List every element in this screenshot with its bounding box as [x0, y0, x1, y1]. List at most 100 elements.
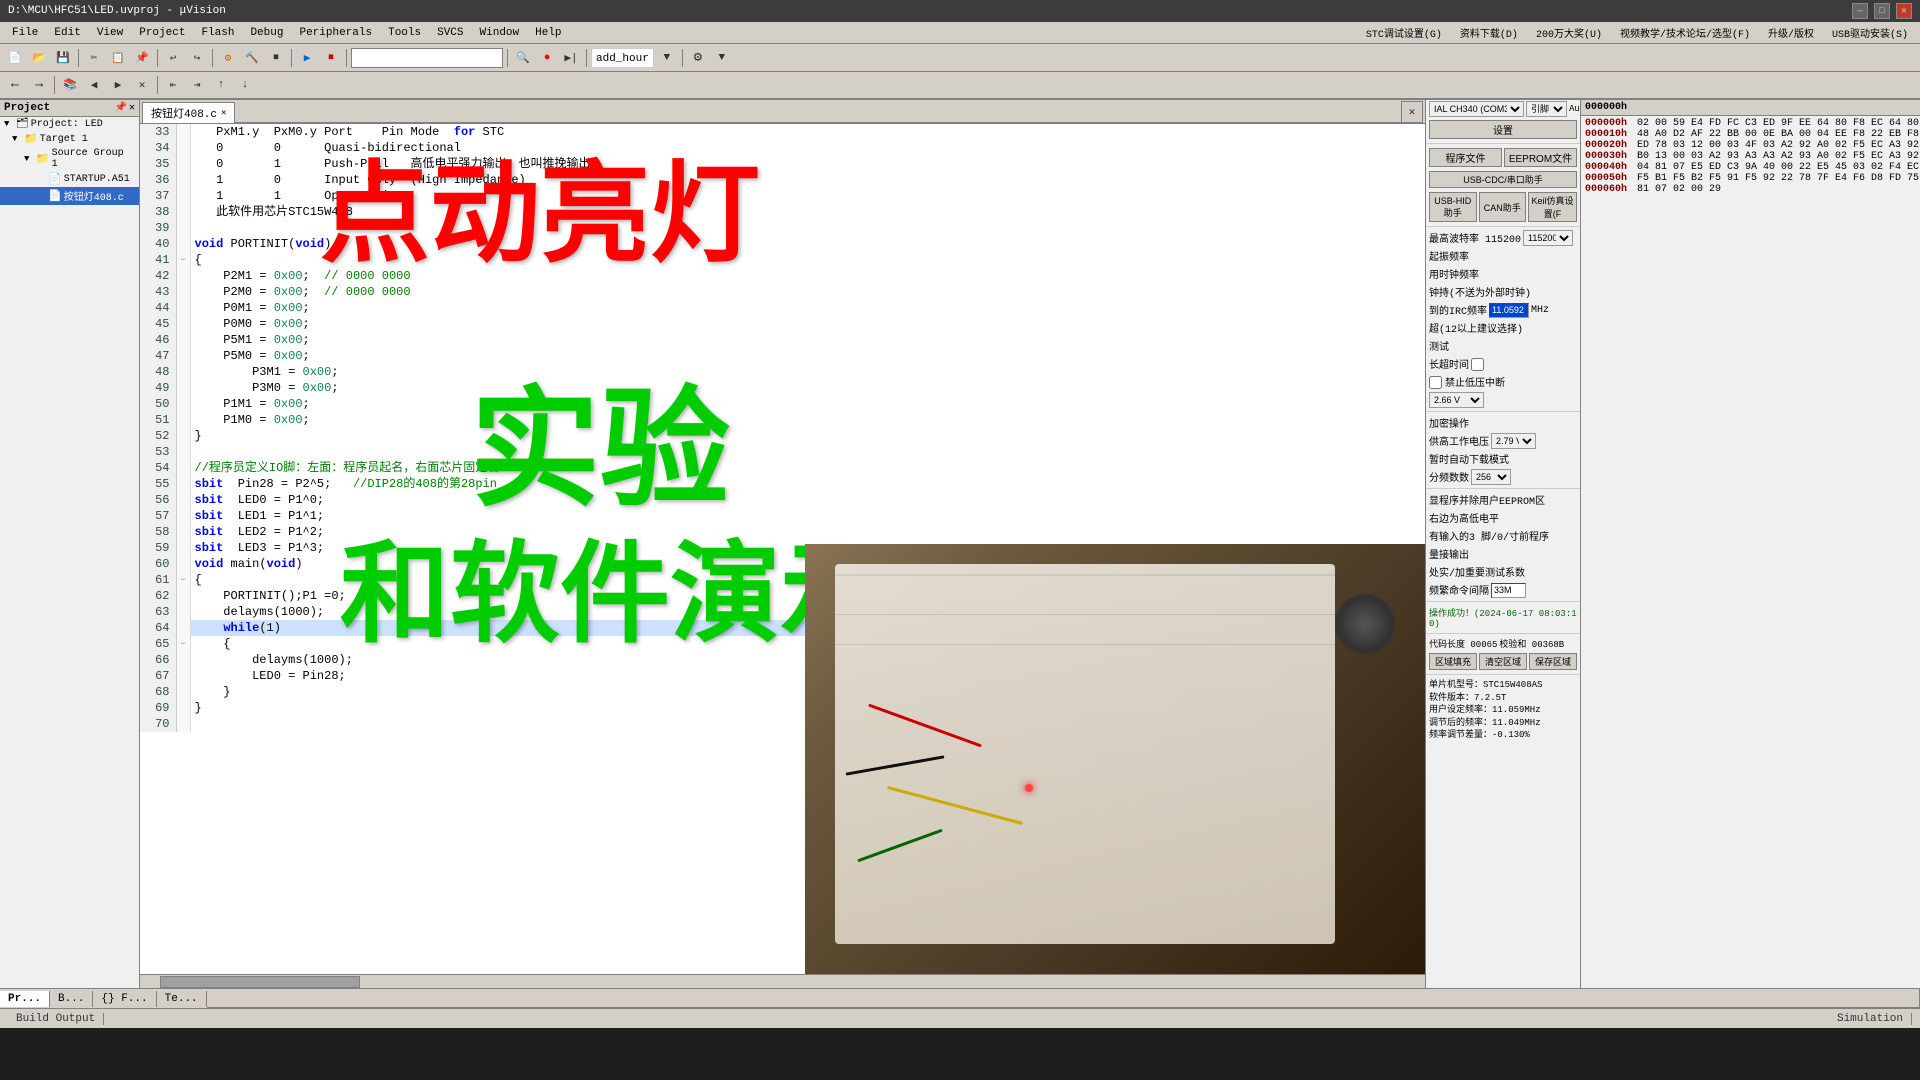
- menu-peripherals[interactable]: Peripherals: [291, 25, 380, 41]
- settings-btn[interactable]: ⚙: [687, 47, 709, 69]
- tree-project[interactable]: ▼ 🗂 Project: LED: [0, 117, 139, 131]
- tree-source-group[interactable]: ▼ 📁 Source Group 1: [0, 147, 139, 171]
- fold-indicator[interactable]: −: [176, 636, 190, 652]
- menu-project[interactable]: Project: [131, 25, 193, 41]
- tab-build-view[interactable]: B...: [50, 991, 93, 1007]
- more-btn[interactable]: ▼: [711, 47, 733, 69]
- debug-start-btn[interactable]: ▶: [296, 47, 318, 69]
- tree-file-startup[interactable]: 📄 STARTUP.A51: [0, 171, 139, 187]
- timeout-check[interactable]: [1471, 358, 1484, 371]
- next-mark-btn[interactable]: ▶: [107, 74, 129, 96]
- baud-selector[interactable]: 引脚: [1526, 101, 1567, 117]
- menu-file[interactable]: File: [4, 25, 46, 41]
- copy-btn[interactable]: 📋: [107, 47, 129, 69]
- fold-indicator[interactable]: −: [176, 572, 190, 588]
- tab-templates-view[interactable]: Te...: [157, 991, 207, 1007]
- menu-help[interactable]: Help: [527, 25, 569, 41]
- prev-mark-btn[interactable]: ◀: [83, 74, 105, 96]
- debug-stop-btn[interactable]: ⏹: [320, 47, 342, 69]
- target-selector[interactable]: Target 1: [351, 48, 503, 68]
- menu-upgrade[interactable]: 升级/版权: [1760, 23, 1822, 43]
- minimize-button[interactable]: —: [1852, 3, 1868, 19]
- low-volt-check[interactable]: [1429, 376, 1442, 389]
- code-row: 66 delayms(1000);: [140, 652, 1425, 668]
- hex-content[interactable]: 000000h02 00 59 E4 FD FC C3 ED 9F EE 64 …: [1581, 116, 1920, 988]
- menu-usb-settings[interactable]: USB驱动安装(S): [1824, 23, 1916, 43]
- max-baud-selector[interactable]: 115200: [1523, 230, 1573, 246]
- volt-val-selector[interactable]: 2.66 V: [1429, 392, 1484, 408]
- fill-area-btn[interactable]: 区域填充: [1429, 653, 1477, 670]
- nav-btn1[interactable]: ⇤: [162, 74, 184, 96]
- menu-window[interactable]: Window: [472, 25, 528, 41]
- save-btn[interactable]: 💾: [52, 47, 74, 69]
- prog-file-btn[interactable]: 程序文件: [1429, 148, 1502, 167]
- close-button[interactable]: ✕: [1896, 3, 1912, 19]
- settings-full-btn[interactable]: 设置: [1429, 120, 1577, 139]
- build-btn[interactable]: ⚙: [217, 47, 239, 69]
- breakpoint-btn[interactable]: ●: [536, 47, 558, 69]
- usb-hid-btn[interactable]: USB-HID助手: [1429, 192, 1477, 222]
- ext-clk-label: 钟持(不送为外部时钟): [1429, 284, 1531, 300]
- freq-div-selector[interactable]: 256: [1471, 469, 1511, 485]
- run-to-btn[interactable]: ▶|: [560, 47, 582, 69]
- menu-flash[interactable]: Flash: [193, 25, 242, 41]
- stc-panel: IAL CH340 (COM3) 引脚 Auto 设置 程序文件 EEPROM文…: [1425, 100, 1580, 988]
- cut-btn[interactable]: ✂: [83, 47, 105, 69]
- menu-edit[interactable]: Edit: [46, 25, 88, 41]
- back-btn[interactable]: ⟵: [4, 74, 26, 96]
- tab-close-panel-btn[interactable]: ✕: [1401, 101, 1423, 123]
- undo-btn[interactable]: ↩: [162, 47, 184, 69]
- supply-selector[interactable]: 2.79 V: [1491, 433, 1536, 449]
- book-btn[interactable]: 📚: [59, 74, 81, 96]
- irc-freq-input[interactable]: [1489, 303, 1529, 318]
- redo-btn[interactable]: ↪: [186, 47, 208, 69]
- menu-video[interactable]: 视频教学/技术论坛/选型(F): [1612, 23, 1758, 43]
- tab-project-view[interactable]: Pr...: [0, 991, 50, 1007]
- freq-err-text: 频率调节差量：-0.130%: [1429, 729, 1577, 742]
- save-area-btn[interactable]: 保存区域: [1529, 653, 1577, 670]
- fwd-btn[interactable]: ⟶: [28, 74, 50, 96]
- can-btn[interactable]: CAN助手: [1479, 192, 1527, 222]
- open-btn[interactable]: 📂: [28, 47, 50, 69]
- menu-data-download[interactable]: 资料下载(D): [1452, 23, 1526, 43]
- menu-tools[interactable]: Tools: [380, 25, 429, 41]
- tree-file-main[interactable]: 📄 按钮灯408.c: [0, 187, 139, 205]
- menu-debug[interactable]: Debug: [242, 25, 291, 41]
- code-area[interactable]: 33 PxM1.y PxM0.y Port Pin Mode for STC34…: [140, 124, 1425, 974]
- rebuild-btn[interactable]: 🔨: [241, 47, 263, 69]
- search-btn[interactable]: 🔍: [512, 47, 534, 69]
- new-btn[interactable]: 📄: [4, 47, 26, 69]
- usb-cdc-btn[interactable]: USB-CDC/串口助手: [1429, 171, 1577, 188]
- keil-btn[interactable]: Keil仿真设置(F: [1528, 192, 1577, 222]
- hex-row: 000050hF5 B1 F5 B2 F5 91 F5 92 22 78 7F …: [1583, 173, 1920, 184]
- clear-mark-btn[interactable]: ✕: [131, 74, 153, 96]
- fold-indicator[interactable]: −: [176, 252, 190, 268]
- panel-close-btn[interactable]: ✕: [129, 102, 135, 114]
- tab-functions-view[interactable]: {} F...: [93, 991, 156, 1007]
- nav-btn4[interactable]: ↓: [234, 74, 256, 96]
- delay-input[interactable]: [1491, 583, 1526, 598]
- nav-btn3[interactable]: ↑: [210, 74, 232, 96]
- code-row: 36 1 0 Input Only (High Impedance): [140, 172, 1425, 188]
- menu-svcs[interactable]: SVCS: [429, 25, 471, 41]
- maximize-button[interactable]: □: [1874, 3, 1890, 19]
- scroll-thumb-h[interactable]: [160, 976, 360, 988]
- stop-btn[interactable]: ⏹: [265, 47, 287, 69]
- sep-7: [1426, 674, 1580, 675]
- menu-stc-debug[interactable]: STC调试设置(G): [1358, 23, 1450, 43]
- tab-close-btn[interactable]: ✕: [221, 108, 226, 118]
- com-port-selector[interactable]: IAL CH340 (COM3): [1429, 101, 1524, 117]
- menu-200w[interactable]: 200万大奖(U): [1528, 23, 1610, 43]
- nav-btn2[interactable]: ⇥: [186, 74, 208, 96]
- clear-area-btn[interactable]: 清空区域: [1479, 653, 1527, 670]
- paste-btn[interactable]: 📌: [131, 47, 153, 69]
- menu-view[interactable]: View: [89, 25, 131, 41]
- panel-lock-btn[interactable]: 📌: [115, 102, 127, 114]
- high-speed-label: 超(12以上建议选择): [1429, 320, 1523, 336]
- tree-target[interactable]: ▼ 📁 Target 1: [0, 131, 139, 147]
- func-drop[interactable]: ▼: [656, 47, 678, 69]
- code-scrollbar-h[interactable]: [140, 974, 1425, 988]
- eprom-file-btn[interactable]: EEPROM文件: [1504, 148, 1577, 167]
- tab-main-file[interactable]: 按钮灯408.c ✕: [142, 102, 235, 123]
- project-name-label: Project: LED: [31, 119, 103, 130]
